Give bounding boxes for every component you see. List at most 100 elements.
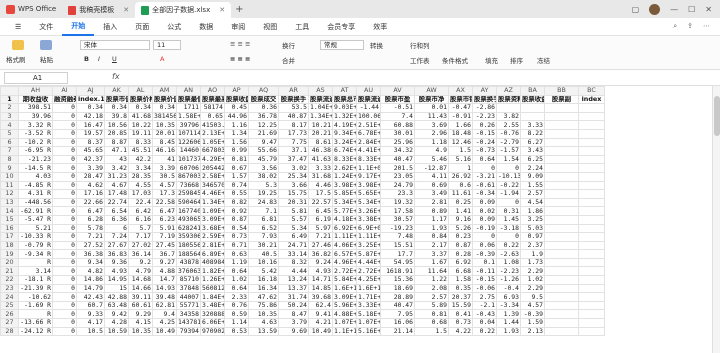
cell[interactable]: 42.18: [76, 111, 105, 122]
close-icon[interactable]: ✕: [123, 6, 129, 14]
cell[interactable]: 0: [52, 257, 77, 268]
convert-button[interactable]: 转换: [370, 40, 383, 50]
cell[interactable]: 14460: [176, 146, 201, 156]
cell[interactable]: 1.04E+09: [308, 103, 333, 113]
cell[interactable]: -0.06: [472, 283, 497, 294]
row-number[interactable]: 11: [0, 180, 19, 191]
cell[interactable]: 22.66: [76, 197, 105, 208]
cell[interactable]: 0.23: [448, 232, 473, 242]
cell[interactable]: 628241: [176, 223, 201, 234]
cell[interactable]: 19.32: [380, 197, 415, 208]
cell[interactable]: 0.64: [224, 283, 249, 294]
cell[interactable]: 20.01: [152, 128, 177, 139]
cell[interactable]: 17.58: [380, 206, 415, 216]
cell[interactable]: 1.45: [496, 214, 521, 225]
wps-home-tab[interactable]: WPS Office: [0, 0, 62, 18]
worksheet-button[interactable]: 工作表: [410, 55, 430, 65]
column-header[interactable]: BC: [578, 86, 605, 96]
column-header[interactable]: AU: [356, 86, 381, 96]
cell[interactable]: 2.13: [520, 326, 545, 337]
cell[interactable]: 23.05: [380, 171, 415, 182]
cell[interactable]: 24.71: [278, 240, 309, 251]
cell[interactable]: 4.63: [248, 318, 279, 328]
cell[interactable]: -1.26: [496, 275, 521, 285]
cell[interactable]: 4.25: [152, 318, 177, 328]
cell[interactable]: 1.1E+09: [356, 163, 381, 173]
cell[interactable]: 7.17: [128, 232, 153, 242]
row-number[interactable]: 17: [0, 232, 19, 242]
cell[interactable]: 3.56: [248, 163, 279, 173]
cell[interactable]: 11.61: [448, 189, 473, 199]
cell[interactable]: 6.28: [76, 214, 105, 225]
cell[interactable]: 493065: [176, 214, 201, 225]
cell[interactable]: [578, 266, 605, 277]
cell[interactable]: 0.87: [448, 240, 473, 251]
cell[interactable]: [544, 163, 579, 173]
cell[interactable]: 1.5: [448, 146, 473, 156]
cell[interactable]: 9.09: [520, 171, 545, 182]
cell[interactable]: 9.24: [308, 257, 333, 268]
column-header[interactable]: AY: [472, 86, 497, 96]
cell[interactable]: 60.61: [128, 300, 153, 311]
cell[interactable]: 0.73: [224, 232, 249, 242]
cell[interactable]: 0: [472, 163, 497, 173]
row-number[interactable]: 3: [0, 111, 19, 122]
cell[interactable]: 0: [52, 292, 77, 302]
bold-button[interactable]: B: [84, 55, 89, 63]
cell[interactable]: 0.26: [472, 120, 497, 130]
column-header[interactable]: AQ: [248, 86, 279, 96]
cell[interactable]: 0.82: [224, 197, 249, 208]
cell[interactable]: -1.94: [496, 189, 521, 199]
cell[interactable]: 15: [104, 283, 129, 294]
header-cell[interactable]: 股票流通: [356, 94, 381, 105]
cell[interactable]: [578, 318, 605, 328]
cell[interactable]: 10.49: [308, 326, 333, 337]
cell[interactable]: 6.9E+09: [356, 223, 381, 234]
cell[interactable]: 36.78: [248, 111, 279, 122]
cell[interactable]: 8.17: [278, 120, 309, 130]
cell[interactable]: 3.26E+09: [356, 206, 381, 216]
cell[interactable]: 0.28: [448, 249, 473, 259]
cell[interactable]: -10.13: [496, 171, 521, 182]
cell[interactable]: 2.17: [414, 240, 449, 251]
cell[interactable]: 10.35: [152, 120, 177, 130]
cell[interactable]: 0.64: [224, 266, 249, 277]
cell[interactable]: 43: [104, 154, 129, 165]
cell[interactable]: 143781: [176, 318, 201, 328]
cell[interactable]: 30.21: [248, 240, 279, 251]
cell[interactable]: 2.57: [414, 292, 449, 302]
more-icon[interactable]: ⋯: [703, 22, 710, 31]
cell[interactable]: 6.42: [128, 206, 153, 216]
cell[interactable]: 10.59: [104, 326, 129, 337]
cell[interactable]: 0.09: [472, 214, 497, 225]
cell[interactable]: 8.87: [104, 137, 129, 148]
cell[interactable]: 1.34E+09: [200, 197, 225, 208]
cell[interactable]: 0: [52, 180, 77, 191]
cell[interactable]: [544, 326, 579, 337]
italic-button[interactable]: I: [98, 55, 100, 63]
cell[interactable]: 0: [52, 128, 77, 139]
cell[interactable]: 17.16: [76, 189, 105, 199]
cell[interactable]: 4.9: [414, 146, 449, 156]
cell[interactable]: 4.57: [152, 180, 177, 191]
cell[interactable]: 3.79: [278, 318, 309, 328]
cell[interactable]: 42.88: [104, 292, 129, 302]
header-cell[interactable]: 股票市值: [104, 94, 129, 105]
cell[interactable]: 5.97: [308, 223, 333, 234]
cell[interactable]: -3.21: [472, 171, 497, 182]
cell[interactable]: 10.16: [248, 257, 279, 268]
cell[interactable]: 1.9: [520, 249, 545, 259]
cell[interactable]: 9.27: [152, 257, 177, 268]
cell[interactable]: 0.45: [224, 103, 249, 113]
cell[interactable]: 73668: [176, 180, 201, 191]
cell[interactable]: 6.25: [520, 154, 545, 165]
cell[interactable]: 0.09: [472, 197, 497, 208]
row-number[interactable]: 12: [0, 189, 19, 199]
cell[interactable]: 1.67: [414, 257, 449, 268]
cell[interactable]: 5.84E+09: [332, 275, 357, 285]
cell[interactable]: 6.27: [520, 137, 545, 148]
row-number[interactable]: 5: [0, 128, 19, 139]
cell[interactable]: 20544291: [200, 163, 225, 173]
cell[interactable]: 4.06E+10: [332, 240, 357, 251]
cell[interactable]: 0.65: [200, 111, 225, 122]
